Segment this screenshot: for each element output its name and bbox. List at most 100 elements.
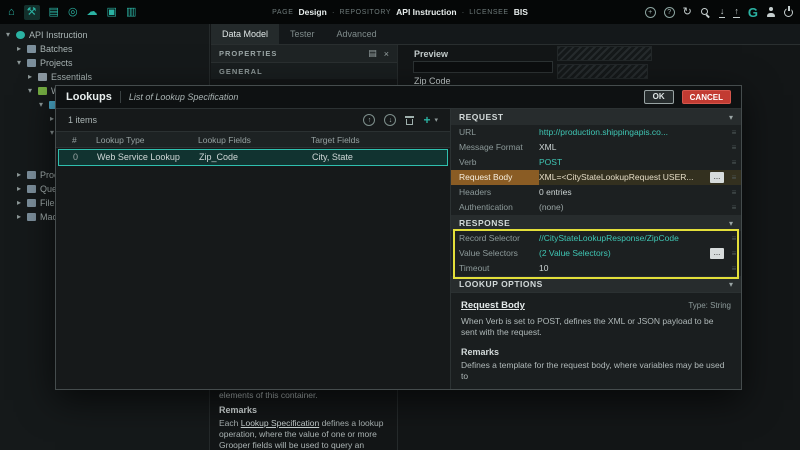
save-icon[interactable]: ▤	[368, 48, 377, 59]
column-header-num[interactable]: #	[72, 132, 77, 148]
row-grip-icon: ≡	[727, 234, 741, 243]
licensee-value: BIS	[514, 7, 528, 17]
property-row-headers[interactable]: Headers 0 entries ≡	[451, 185, 741, 200]
property-row-value-selectors[interactable]: Value Selectors (2 Value Selectors) ... …	[451, 246, 741, 261]
property-label: URL	[451, 125, 539, 140]
help-circle-icon[interactable]: ?	[664, 7, 675, 18]
request-section-header[interactable]: REQUEST ▾	[451, 109, 741, 125]
tree-item-api-instruction[interactable]: ▾ API Instruction	[0, 28, 209, 41]
app-root: ⌂ ⚒ ▤ ◎ ☁ ▣ ▥ PAGE Design · REPOSITORY A…	[0, 0, 800, 450]
tab-advanced[interactable]: Advanced	[326, 24, 388, 44]
home-icon[interactable]: ⌂	[8, 7, 15, 18]
property-row-message-format[interactable]: Message Format XML ≡	[451, 140, 741, 155]
ellipsis-button[interactable]: ...	[710, 248, 724, 259]
add-circle-icon[interactable]: +	[645, 7, 656, 18]
cell-lookup-type: Web Service Lookup	[97, 150, 180, 165]
property-row-url[interactable]: URL http://production.shippingapis.co...…	[451, 125, 741, 140]
column-header-lookup-type[interactable]: Lookup Type	[96, 132, 145, 148]
property-value: XML=<CityStateLookupRequest USER...	[539, 170, 710, 185]
property-row-verb[interactable]: Verb POST ≡	[451, 155, 741, 170]
column-header-lookup-fields[interactable]: Lookup Fields	[198, 132, 251, 148]
row-grip-icon: ≡	[727, 249, 741, 258]
property-row-record-selector[interactable]: Record Selector //CityStateLookupRespons…	[451, 231, 741, 246]
tree-item-essentials[interactable]: ▸ Essentials	[0, 70, 209, 83]
licensee-label: LICENSEE	[469, 9, 508, 16]
topbar-breadcrumb: PAGE Design · REPOSITORY API Instruction…	[200, 0, 600, 24]
close-icon[interactable]: ×	[384, 49, 389, 59]
property-label: Authentication	[451, 200, 539, 215]
tree-item-batches[interactable]: ▸ Batches	[0, 42, 209, 55]
cell-lookup-fields: Zip_Code	[199, 150, 238, 165]
expand-arrow-icon[interactable]: ▾	[17, 58, 27, 67]
general-section-header[interactable]: GENERAL	[211, 63, 397, 79]
property-grid-pane: REQUEST ▾ URL http://production.shipping…	[451, 109, 741, 389]
lookups-dialog: Lookups List of Lookup Specification OK …	[55, 85, 742, 390]
move-down-icon[interactable]: ↓	[384, 114, 396, 126]
grooper-logo[interactable]: G	[748, 6, 758, 19]
delete-icon[interactable]	[405, 115, 414, 125]
tree-item-label: Projects	[40, 58, 73, 68]
lookup-table-header: # Lookup Type Lookup Fields Target Field…	[56, 131, 450, 148]
lookup-table-row-selected[interactable]: 0 Web Service Lookup Zip_Code City, Stat…	[58, 149, 448, 166]
property-label: Record Selector	[451, 231, 539, 246]
review-icon[interactable]: ◎	[68, 7, 78, 18]
preview-title: Preview	[414, 49, 448, 59]
tab-data-model[interactable]: Data Model	[211, 24, 279, 44]
property-label: Value Selectors	[451, 246, 539, 261]
folder-icon	[27, 213, 36, 221]
lookup-specification-link[interactable]: Lookup Specification	[241, 418, 319, 428]
tab-tester[interactable]: Tester	[279, 24, 326, 44]
tree-item-projects[interactable]: ▾ Projects	[0, 56, 209, 69]
properties-header: PROPERTIES ▤ ×	[211, 45, 397, 63]
expand-arrow-icon[interactable]: ▾	[28, 86, 38, 95]
expand-arrow-icon[interactable]: ▾	[39, 100, 49, 109]
property-row-timeout[interactable]: Timeout 10 ≡	[451, 261, 741, 276]
page-label: PAGE	[272, 9, 293, 16]
property-help-panel: Request Body Type: String When Verb is s…	[451, 292, 741, 389]
add-icon[interactable]: +	[423, 114, 430, 126]
stats-icon[interactable]: ▥	[126, 7, 136, 18]
jobs-icon[interactable]: ▣	[107, 7, 117, 18]
cancel-button[interactable]: CANCEL	[682, 90, 731, 104]
refresh-icon[interactable]: ↻	[683, 7, 692, 18]
row-grip-icon: ≡	[727, 128, 741, 137]
help-property-title: Request Body	[461, 300, 688, 311]
preview-input[interactable]	[413, 61, 553, 73]
ok-button[interactable]: OK	[644, 90, 674, 104]
batches-icon[interactable]: ▤	[49, 7, 59, 18]
editor-tab-bar: Data Model Tester Advanced	[211, 24, 800, 45]
repository-value: API Instruction	[396, 7, 456, 17]
power-icon[interactable]	[784, 8, 793, 17]
expand-arrow-icon[interactable]: ▸	[17, 184, 27, 193]
row-grip-icon: ≡	[727, 203, 741, 212]
title-separator	[120, 91, 121, 103]
search-icon[interactable]	[700, 7, 711, 18]
expand-arrow-icon[interactable]: ▸	[28, 72, 38, 81]
lookup-options-section-header[interactable]: LOOKUP OPTIONS ▾	[451, 276, 741, 292]
expand-arrow-icon[interactable]: ▸	[17, 170, 27, 179]
expand-arrow-icon[interactable]: ▾	[6, 30, 16, 39]
topbar-right-icons: + ? ↻ ↓ ↑ G	[645, 0, 793, 24]
response-section-header[interactable]: RESPONSE ▾	[451, 215, 741, 231]
tree-item-label: API Instruction	[29, 30, 88, 40]
row-grip-icon: ≡	[727, 188, 741, 197]
striped-placeholder-panel	[557, 64, 648, 79]
column-header-target-fields[interactable]: Target Fields	[311, 132, 360, 148]
design-icon[interactable]: ⚒	[24, 5, 40, 20]
folder-icon	[27, 59, 36, 67]
help-text: Each	[219, 418, 241, 428]
ellipsis-button[interactable]: ...	[710, 172, 724, 183]
download-icon[interactable]: ↓	[719, 7, 726, 18]
property-value: (2 Value Selectors)	[539, 246, 710, 261]
user-icon[interactable]	[766, 7, 776, 17]
move-up-icon[interactable]: ↑	[363, 114, 375, 126]
add-dropdown-caret-icon[interactable]: ▾	[434, 116, 438, 124]
property-row-authentication[interactable]: Authentication (none) ≡	[451, 200, 741, 215]
expand-arrow-icon[interactable]: ▸	[17, 198, 27, 207]
imports-icon[interactable]: ☁	[87, 7, 98, 18]
upload-icon[interactable]: ↑	[733, 7, 740, 18]
expand-arrow-icon[interactable]: ▸	[17, 44, 27, 53]
expand-arrow-icon[interactable]: ▸	[17, 212, 27, 221]
project-icon	[38, 73, 47, 81]
property-row-request-body[interactable]: Request Body XML=<CityStateLookupRequest…	[451, 170, 741, 185]
